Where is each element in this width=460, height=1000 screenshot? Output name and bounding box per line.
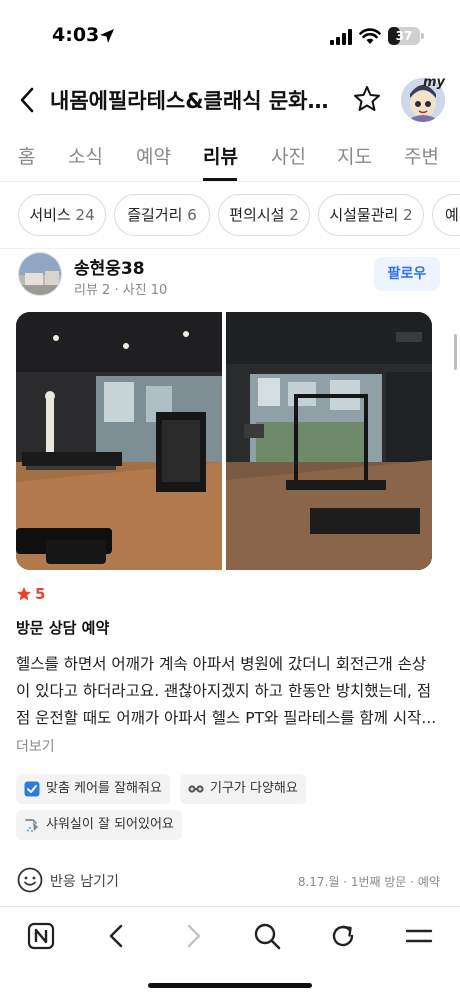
tag-label: 맞춤 케어를 잘해줘요 [46, 781, 162, 796]
filter-chip-service[interactable]: 서비스 24 [18, 194, 106, 236]
chip-label: 즐길거리 [127, 206, 183, 224]
author-stats: 리뷰 2 · 사진 10 [74, 283, 168, 298]
review-body[interactable]: 헬스를 하면서 어깨가 계속 아파서 병원에 갔더니 회전근개 손상 이 있다고… [16, 651, 442, 732]
status-bar: 4:03 37 [0, 0, 460, 74]
visit-meta: 8.17.월 · 1번째 방문 · 예약 [297, 875, 440, 889]
review-filter-chips: 서비스 24 즐길거리 6 편의시설 2 시설물관리 2 예 [0, 194, 460, 238]
filter-chip-maintenance[interactable]: 시설물관리 2 [318, 194, 424, 236]
chip-count: 2 [403, 206, 413, 224]
back-icon[interactable] [14, 84, 40, 116]
author-avatar[interactable] [18, 252, 62, 296]
favorite-star-icon[interactable] [352, 84, 382, 114]
back-arrow-icon[interactable] [102, 921, 132, 951]
filter-chip-booking[interactable]: 예 [432, 194, 460, 236]
home-indicator [148, 983, 312, 988]
rating-value: 5 [35, 585, 46, 603]
rating-star-icon [17, 587, 31, 601]
tab-news[interactable]: 소식 [68, 142, 103, 169]
menu-icon[interactable] [404, 921, 434, 951]
chip-count: 24 [75, 206, 95, 224]
tag-label: 샤워실이 잘 되어있어요 [46, 817, 174, 832]
naver-home-icon[interactable] [26, 921, 56, 951]
follow-button[interactable]: 팔로우 [374, 257, 440, 291]
shower-icon [25, 819, 38, 832]
forward-arrow-icon[interactable] [178, 921, 208, 951]
review-photo-1[interactable] [16, 312, 222, 570]
equipment-icon [188, 785, 204, 793]
tab-photos[interactable]: 사진 [271, 142, 306, 169]
section-divider [0, 248, 460, 249]
location-arrow-icon [100, 29, 114, 43]
scrollbar[interactable] [454, 334, 457, 370]
chip-label: 편의시설 [229, 206, 285, 224]
leave-reaction-button[interactable]: 반응 남기기 [50, 871, 119, 891]
search-icon[interactable] [252, 921, 282, 951]
tab-reviews[interactable]: 리뷰 [203, 142, 238, 169]
review-tag: 샤워실이 잘 되어있어요 [16, 810, 182, 840]
chip-label: 서비스 [29, 206, 71, 224]
filter-chip-facilities[interactable]: 편의시설 2 [218, 194, 310, 236]
tab-booking[interactable]: 예약 [136, 142, 171, 169]
battery-indicator: 37 [388, 27, 420, 45]
review-line: 점 운전할 때도 어깨가 아파서 헬스 PT와 필라테스를 함께 시작... [16, 709, 437, 727]
review-tag: 기구가 다양해요 [180, 774, 306, 804]
chip-count: 6 [187, 206, 197, 224]
chip-label: 예 [445, 206, 459, 224]
tab-bar: 홈 소식 예약 리뷰 사진 지도 주변 [0, 132, 460, 182]
smiley-reaction-icon[interactable] [17, 867, 43, 893]
chip-count: 2 [289, 206, 299, 224]
active-tab-indicator [203, 178, 237, 181]
tab-nearby[interactable]: 주변 [404, 142, 439, 169]
battery-percent: 37 [395, 29, 413, 43]
page-title: 내몸에필라테스&클래식 문화센터 [50, 89, 340, 113]
studio-photo-image [226, 312, 432, 570]
status-time: 4:03 [52, 24, 100, 46]
filter-chip-entertainment[interactable]: 즐길거리 6 [114, 194, 210, 236]
place-header: 내몸에필라테스&클래식 문화센터 [0, 74, 460, 126]
battery-tip [421, 33, 424, 39]
review-photo-2[interactable] [226, 312, 432, 570]
review-tag: 맞춤 케어를 잘해줘요 [16, 774, 170, 804]
studio-photo-image [16, 312, 222, 570]
my-badge: my [423, 75, 446, 90]
author-photo-icon [19, 253, 61, 295]
chip-label: 시설물관리 [329, 206, 399, 224]
tab-map[interactable]: 지도 [337, 142, 372, 169]
review-line: 헬스를 하면서 어깨가 계속 아파서 병원에 갔더니 회전근개 손상 [16, 655, 427, 673]
tab-home[interactable]: 홈 [18, 142, 35, 169]
refresh-icon[interactable] [328, 921, 358, 951]
visit-type-label: 방문 상담 예약 [16, 619, 110, 637]
cellular-signal-icon [330, 29, 352, 45]
more-link[interactable]: 더보기 [16, 736, 55, 756]
wifi-icon [359, 28, 381, 44]
review-line: 이 있다고 하더라고요. 괜찮아지겠지 하고 한동안 방치했는데, 점 [16, 682, 432, 700]
author-name[interactable]: 송현웅38 [74, 254, 145, 279]
check-box-icon [24, 781, 40, 797]
tag-label: 기구가 다양해요 [210, 781, 298, 796]
